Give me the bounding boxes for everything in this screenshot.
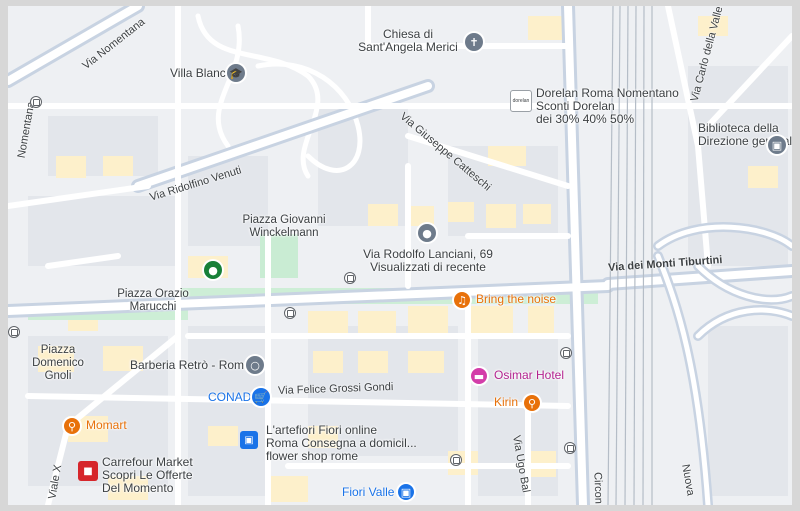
bus-stop-icon[interactable] [30,96,42,108]
square-label-gnoli-line3: Gnoli [44,370,72,382]
place-label-lanciani[interactable]: Via Rodolfo Lanciani, 69 Visualizzati di… [358,248,498,274]
place-label-carrefour-sub2: Del Momento [102,481,174,495]
shopping-cart-icon[interactable]: 🛒 [252,388,270,406]
dorelan-logo-icon[interactable]: dorelan [510,90,532,112]
place-label-villa-blanc[interactable]: Villa Blanc [170,67,226,80]
place-label-artefiori-sub: flower shop rome [266,449,359,463]
bus-stop-icon[interactable] [564,442,576,454]
square-label-marucchi-line1: Piazza Orazio [117,288,189,300]
barber-icon[interactable]: ○ [246,356,264,374]
map-canvas[interactable]: Via Nomentana Nomentana Via Ridolfino Ve… [8,6,792,505]
square-label-winckelmann: Piazza Giovanni Winckelmann [234,214,334,240]
square-label-gnoli-line1: Piazza [40,344,76,356]
school-icon[interactable]: 🎓 [227,64,245,82]
place-label-osimar-hotel[interactable]: Osimar Hotel [494,369,564,382]
church-icon[interactable]: ✝ [465,33,483,51]
place-label-kirin[interactable]: Kirin [494,396,518,409]
square-label-winckelmann-line1: Piazza Giovanni [242,214,326,226]
place-label-conad[interactable]: CONAD [208,391,251,404]
bus-stop-icon[interactable] [284,307,296,319]
bus-stop-icon[interactable] [560,347,572,359]
bus-stop-icon[interactable] [450,454,462,466]
carrefour-logo-icon[interactable]: ■ [78,461,98,481]
park-icon[interactable]: ● [204,261,222,279]
square-label-gnoli: Piazza Domenico Gnoli [28,344,88,383]
book-icon[interactable]: ▣ [768,136,786,154]
restaurant-icon[interactable]: ⚲ [524,395,540,411]
square-label-winckelmann-line2: Winckelmann [249,227,319,239]
street-label-circon: Circon [591,471,605,505]
place-label-artefiori[interactable]: L'artefiori Fiori online Roma Consegna a… [266,424,417,463]
map-frame: Via Nomentana Nomentana Via Ridolfino Ve… [0,0,800,511]
shopping-bag-icon[interactable]: ▣ [398,484,414,500]
music-venue-icon[interactable]: ♫ [454,292,470,308]
place-label-carrefour[interactable]: Carrefour Market Scopri Le Offerte Del M… [102,456,193,495]
place-label-momart[interactable]: Momart [86,419,127,432]
bus-stop-icon[interactable] [8,326,20,338]
square-label-marucchi-line2: Marucchi [129,301,177,313]
shopping-bag-icon[interactable]: ▣ [240,431,258,449]
place-label-dorelan[interactable]: Dorelan Roma Nomentano Sconti Dorelan de… [536,87,679,126]
place-label-fiori-valle[interactable]: Fiori Valle [342,486,394,499]
place-label-bring-the-noise[interactable]: Bring the noise [476,293,556,306]
place-label-chiesa[interactable]: Chiesa di Sant'Angela Merici [348,28,468,54]
square-label-marucchi: Piazza Orazio Marucchi [108,288,198,314]
place-label-lanciani-sub: Visualizzati di recente [370,260,486,274]
place-label-chiesa-line2: Sant'Angela Merici [358,40,458,54]
place-label-barberia[interactable]: Barberia Retrò - Roma [130,359,251,372]
restaurant-icon[interactable]: ⚲ [64,418,80,434]
place-label-dorelan-sub2: dei 30% 40% 50% [536,112,635,126]
hotel-icon[interactable]: ▬ [471,368,487,384]
location-pin-icon[interactable]: ● [418,224,436,242]
bus-stop-icon[interactable] [344,272,356,284]
square-label-gnoli-line2: Domenico [32,357,84,369]
